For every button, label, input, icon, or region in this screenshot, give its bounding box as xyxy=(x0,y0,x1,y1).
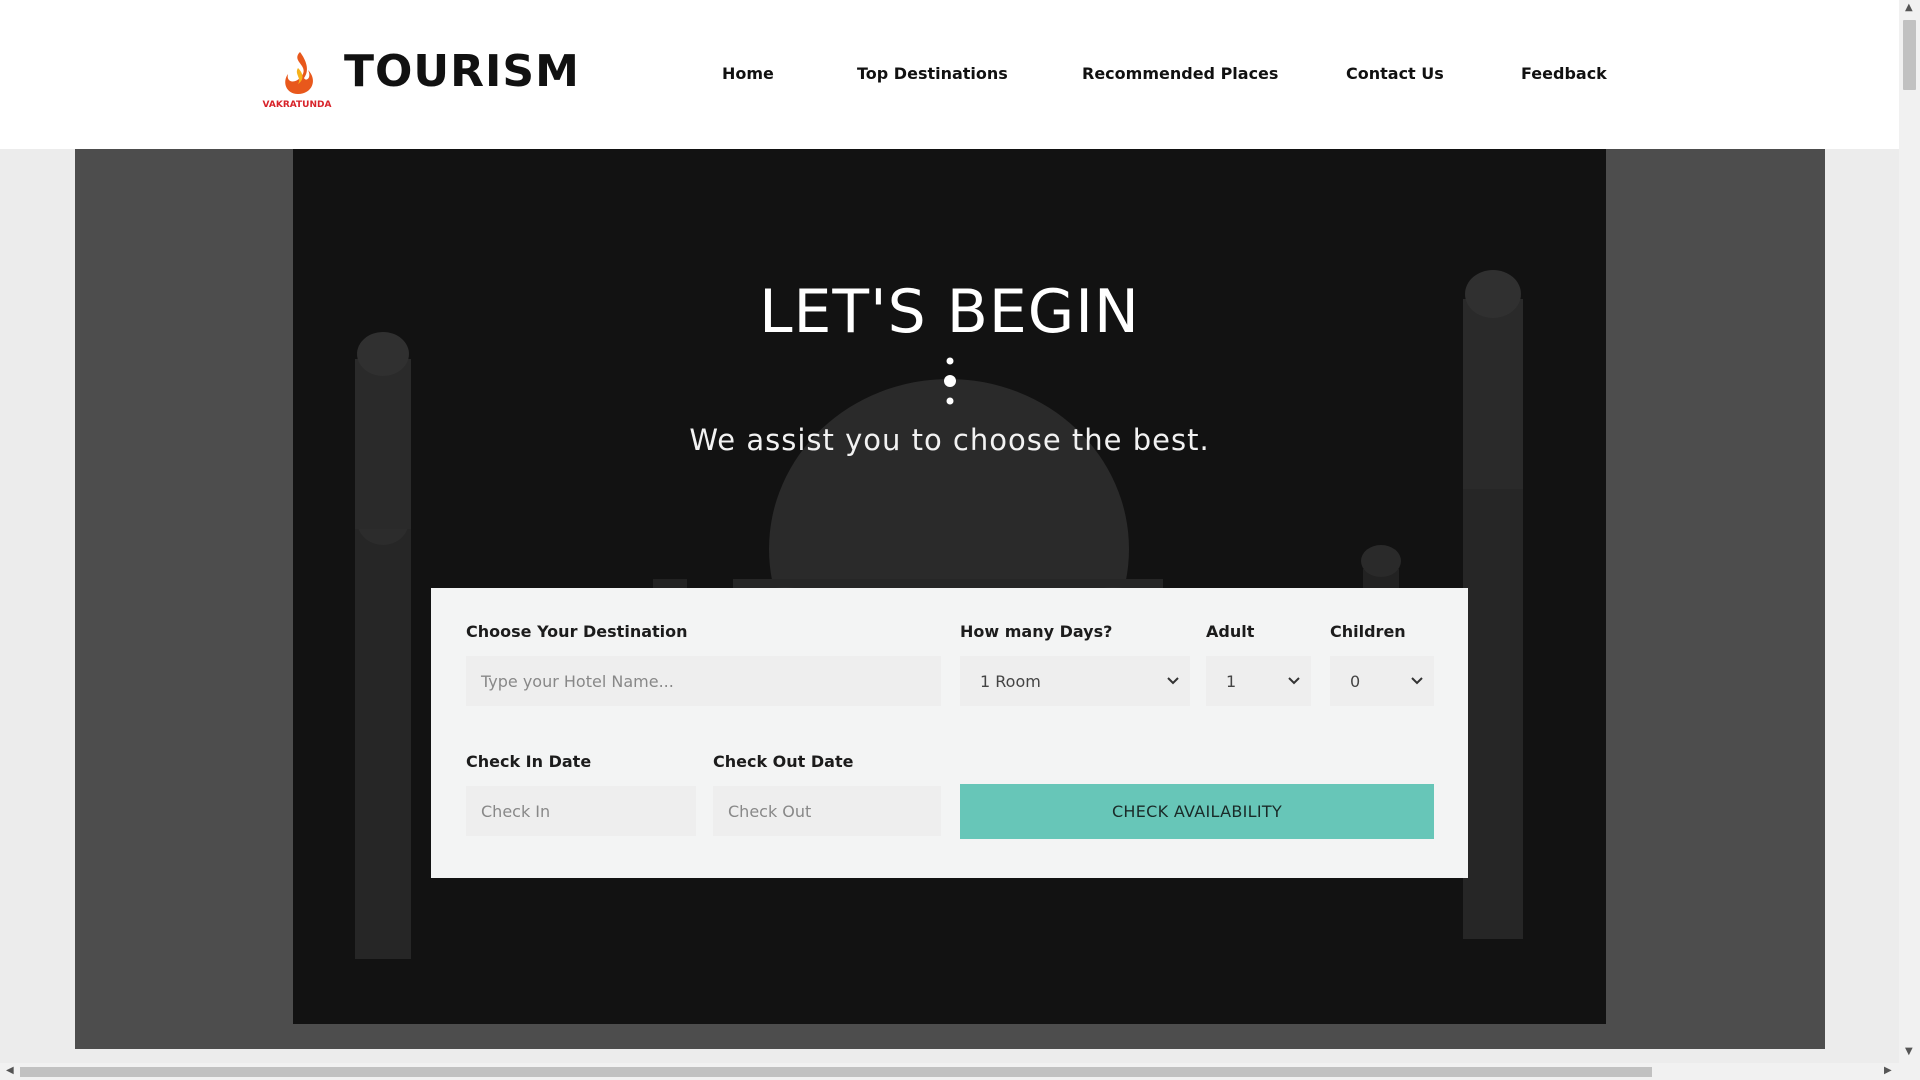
brand-logo[interactable]: VAKRATUNDA xyxy=(260,48,334,110)
adult-label: Adult xyxy=(1206,622,1255,641)
scroll-right-icon[interactable]: ▶ xyxy=(1884,1065,1892,1076)
scroll-down-icon[interactable]: ▼ xyxy=(1905,1046,1913,1057)
checkin-input[interactable]: Check In xyxy=(466,786,696,836)
nav-recommended-places[interactable]: Recommended Places xyxy=(1082,64,1278,83)
adult-value: 1 xyxy=(1226,671,1237,691)
children-label: Children xyxy=(1330,622,1406,641)
dots-divider xyxy=(944,357,956,405)
destination-placeholder: Type your Hotel Name... xyxy=(481,671,674,691)
vertical-scroll-thumb[interactable] xyxy=(1903,20,1916,90)
logo-text: VAKRATUNDA xyxy=(263,100,332,110)
children-select[interactable]: 0 xyxy=(1330,656,1434,706)
destination-input[interactable]: Type your Hotel Name... xyxy=(466,656,941,706)
nav-contact-us[interactable]: Contact Us xyxy=(1346,64,1444,83)
children-value: 0 xyxy=(1350,671,1361,691)
scroll-left-icon[interactable]: ◀ xyxy=(6,1065,14,1076)
days-label: How many Days? xyxy=(960,622,1113,641)
days-value: 1 Room xyxy=(980,671,1041,691)
vertical-scrollbar[interactable]: ▲ ▼ xyxy=(1899,0,1920,1063)
checkout-placeholder: Check Out xyxy=(728,801,812,821)
scroll-up-icon[interactable]: ▲ xyxy=(1905,2,1913,13)
chevron-down-icon xyxy=(1288,677,1300,685)
hero-subtitle: We assist you to choose the best. xyxy=(689,423,1210,457)
chevron-down-icon xyxy=(1411,677,1423,685)
horizontal-scroll-thumb[interactable] xyxy=(20,1067,1652,1077)
horizontal-scrollbar[interactable]: ◀ ▶ xyxy=(0,1063,1920,1080)
adult-select[interactable]: 1 xyxy=(1206,656,1311,706)
hero-title: LET'S BEGIN xyxy=(759,277,1140,347)
checkin-placeholder: Check In xyxy=(481,801,551,821)
checkout-input[interactable]: Check Out xyxy=(713,786,941,836)
nav-feedback[interactable]: Feedback xyxy=(1521,64,1607,83)
checkout-label: Check Out Date xyxy=(713,752,854,771)
nav-top-destinations[interactable]: Top Destinations xyxy=(857,64,1008,83)
days-select[interactable]: 1 Room xyxy=(960,656,1190,706)
checkin-label: Check In Date xyxy=(466,752,592,771)
destination-label: Choose Your Destination xyxy=(466,622,688,641)
brand-name[interactable]: TOURISM xyxy=(344,46,580,97)
check-availability-button[interactable]: CHECK AVAILABILITY xyxy=(960,784,1434,839)
hero-section: LET'S BEGIN We assist you to choose the … xyxy=(293,149,1606,1024)
chevron-down-icon xyxy=(1167,677,1179,685)
booking-form: Choose Your Destination Type your Hotel … xyxy=(431,588,1468,878)
nav-home[interactable]: Home xyxy=(722,64,774,83)
site-header: VAKRATUNDA TOURISM Home Top Destinations… xyxy=(0,0,1899,149)
